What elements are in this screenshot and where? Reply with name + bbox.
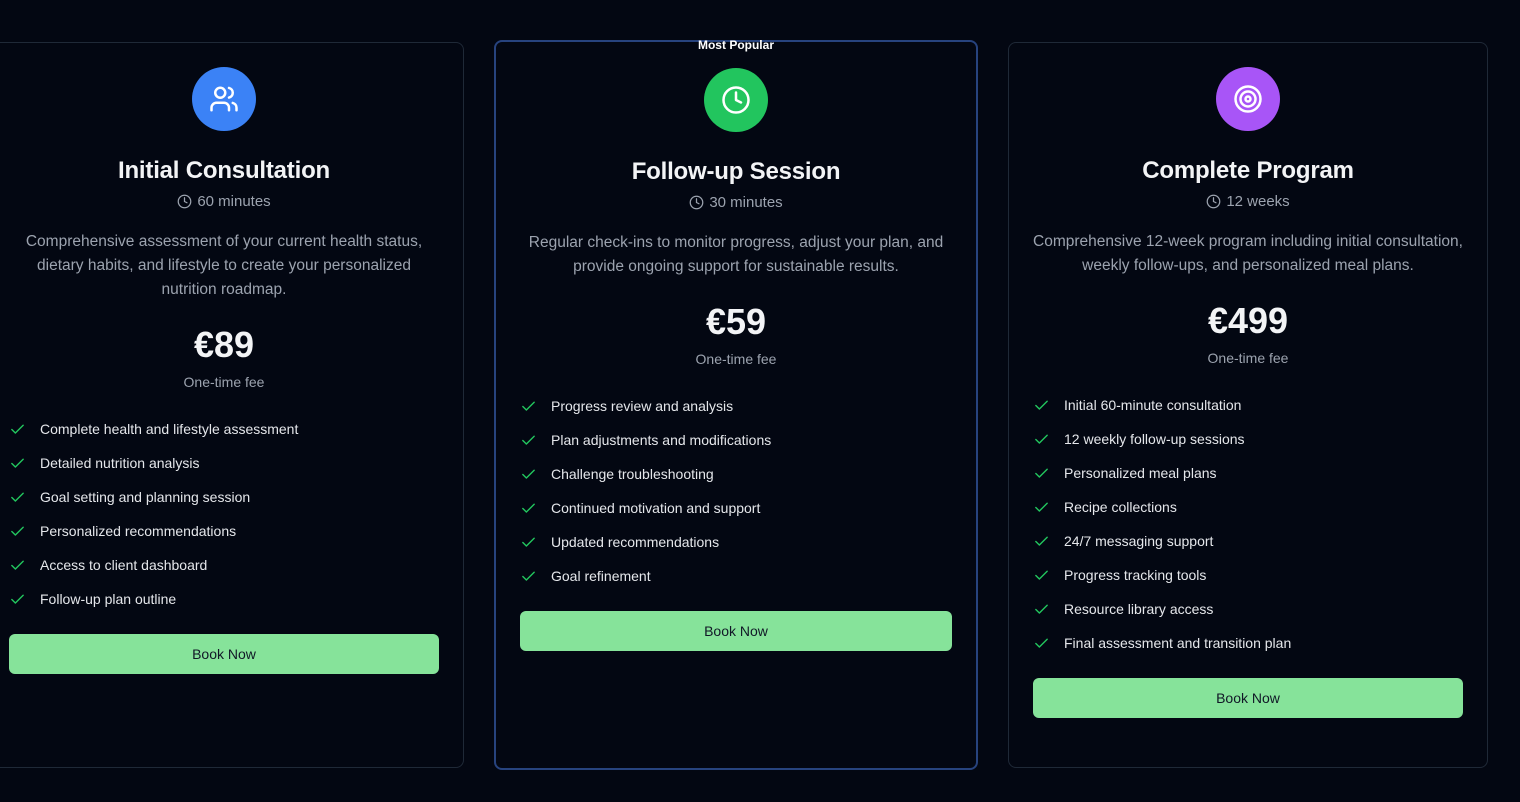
plan-duration: 30 minutes	[689, 194, 783, 211]
check-icon	[522, 571, 535, 581]
feature-item: Follow-up plan outline	[9, 582, 439, 616]
plan-price: €59	[705, 301, 767, 342]
plan-title: Complete Program	[1142, 157, 1354, 184]
book-now-button[interactable]: Book Now	[9, 634, 439, 674]
check-icon	[1035, 468, 1048, 478]
plan-fee-note: One-time fee	[183, 374, 265, 390]
feature-label: Updated recommendations	[551, 534, 720, 550]
check-icon	[1035, 570, 1048, 580]
clock-icon	[1206, 194, 1221, 209]
check-icon	[522, 401, 535, 411]
feature-item: Complete health and lifestyle assessment	[9, 412, 439, 446]
clock-icon	[177, 194, 192, 209]
feature-label: Final assessment and transition plan	[1064, 635, 1292, 651]
plan-description: Regular check-ins to monitor progress, a…	[528, 234, 944, 275]
feature-list: Progress review and analysis Plan adjust…	[520, 389, 952, 593]
feature-list: Initial 60-minute consultation 12 weekly…	[1033, 388, 1463, 660]
feature-item: Updated recommendations	[520, 525, 952, 559]
check-icon	[1035, 434, 1048, 444]
feature-label: Complete health and lifestyle assessment	[40, 421, 299, 437]
feature-item: Progress tracking tools	[1033, 558, 1463, 592]
most-popular-badge: Most Popular	[697, 38, 774, 52]
check-icon	[522, 435, 535, 445]
feature-label: Follow-up plan outline	[40, 591, 177, 607]
feature-item: Challenge troubleshooting	[520, 457, 952, 491]
plan-duration-text: 30 minutes	[709, 194, 783, 211]
target-icon	[1216, 67, 1280, 131]
book-now-button[interactable]: Book Now	[1033, 678, 1463, 718]
feature-label: Challenge troubleshooting	[551, 466, 714, 482]
feature-list: Complete health and lifestyle assessment…	[9, 412, 439, 616]
book-now-button[interactable]: Book Now	[520, 611, 952, 651]
feature-label: Personalized recommendations	[40, 523, 237, 539]
plan-duration: 12 weeks	[1206, 193, 1290, 210]
feature-label: 24/7 messaging support	[1064, 533, 1214, 549]
feature-label: 12 weekly follow-up sessions	[1064, 431, 1245, 447]
feature-label: Personalized meal plans	[1064, 465, 1217, 481]
check-icon	[1035, 502, 1048, 512]
clock-icon	[689, 195, 704, 210]
plan-price: €499	[1207, 300, 1289, 341]
feature-item: Continued motivation and support	[520, 491, 952, 525]
check-icon	[11, 560, 24, 570]
plan-fee-note: One-time fee	[695, 351, 777, 367]
feature-item: Recipe collections	[1033, 490, 1463, 524]
feature-label: Goal setting and planning session	[40, 489, 251, 505]
feature-item: Personalized meal plans	[1033, 456, 1463, 490]
plan-description: Comprehensive assessment of your current…	[25, 233, 423, 298]
check-icon	[1035, 400, 1048, 410]
feature-label: Resource library access	[1064, 601, 1214, 617]
plan-card-initial-consultation: Initial Consultation 60 minutes Comprehe…	[0, 42, 464, 768]
plan-duration-text: 60 minutes	[197, 193, 271, 210]
feature-label: Detailed nutrition analysis	[40, 455, 200, 471]
feature-item: Progress review and analysis	[520, 389, 952, 423]
feature-item: 24/7 messaging support	[1033, 524, 1463, 558]
feature-item: Detailed nutrition analysis	[9, 446, 439, 480]
feature-item: Goal refinement	[520, 559, 952, 593]
plan-card-complete-program: Complete Program 12 weeks Comprehensive …	[1008, 42, 1488, 768]
feature-item: Initial 60-minute consultation	[1033, 388, 1463, 422]
feature-item: Final assessment and transition plan	[1033, 626, 1463, 660]
feature-item: Access to client dashboard	[9, 548, 439, 582]
check-icon	[11, 526, 24, 536]
feature-label: Progress review and analysis	[551, 398, 734, 414]
feature-label: Recipe collections	[1064, 499, 1177, 515]
feature-item: Plan adjustments and modifications	[520, 423, 952, 457]
feature-label: Goal refinement	[551, 568, 651, 584]
feature-item: Personalized recommendations	[9, 514, 439, 548]
check-icon	[1035, 536, 1048, 546]
plan-card-follow-up-session: Most Popular Follow-up Session 30 minute…	[494, 38, 978, 770]
feature-item: 12 weekly follow-up sessions	[1033, 422, 1463, 456]
plan-duration-text: 12 weeks	[1226, 193, 1290, 210]
feature-label: Initial 60-minute consultation	[1064, 397, 1242, 413]
feature-item: Resource library access	[1033, 592, 1463, 626]
feature-item: Goal setting and planning session	[9, 480, 439, 514]
feature-label: Continued motivation and support	[551, 500, 761, 516]
users-icon	[192, 67, 256, 131]
check-icon	[1035, 604, 1048, 614]
plan-description: Comprehensive 12-week program including …	[1033, 233, 1463, 274]
plan-price: €89	[193, 324, 255, 365]
plan-fee-note: One-time fee	[1207, 350, 1289, 366]
check-icon	[11, 492, 24, 502]
plan-title: Initial Consultation	[118, 157, 330, 184]
check-icon	[522, 469, 535, 479]
check-icon	[522, 537, 535, 547]
feature-label: Access to client dashboard	[40, 557, 208, 573]
feature-label: Plan adjustments and modifications	[551, 432, 772, 448]
check-icon	[11, 424, 24, 434]
clock-icon	[704, 68, 768, 132]
plan-title: Follow-up Session	[631, 158, 841, 185]
check-icon	[1035, 638, 1048, 648]
check-icon	[11, 458, 24, 468]
check-icon	[11, 594, 24, 604]
plan-duration: 60 minutes	[177, 193, 271, 210]
feature-label: Progress tracking tools	[1064, 567, 1207, 583]
check-icon	[522, 503, 535, 513]
